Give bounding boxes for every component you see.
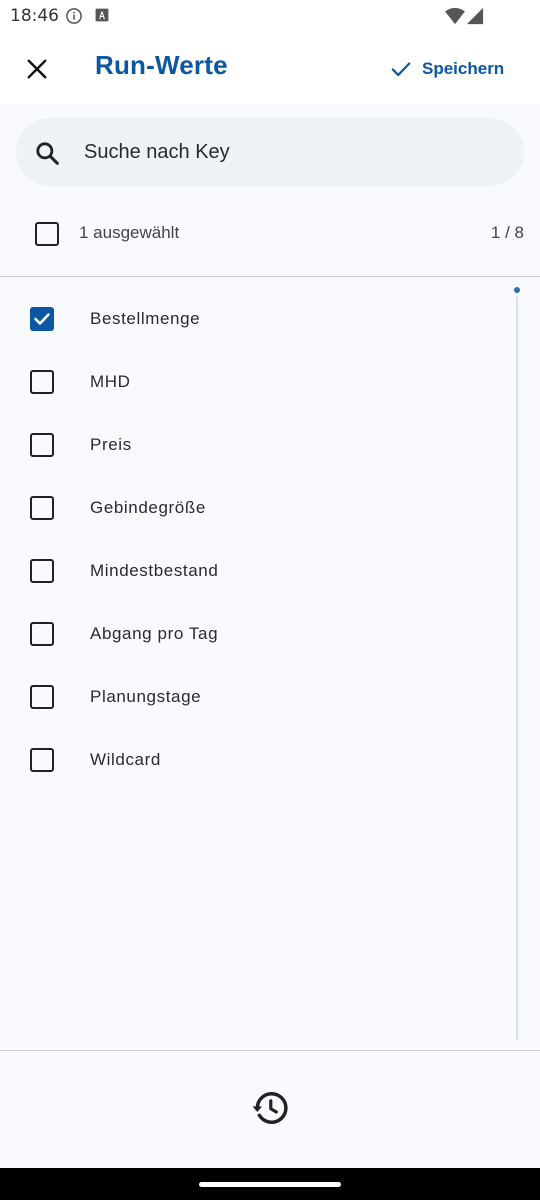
- item-checkbox[interactable]: [30, 370, 54, 394]
- item-label: MHD: [90, 372, 131, 391]
- wifi-icon: [445, 7, 465, 25]
- list-item[interactable]: Abgang pro Tag: [0, 602, 510, 665]
- item-label: Abgang pro Tag: [90, 624, 219, 643]
- selection-row: 1 ausgewählt 1 / 8: [0, 204, 540, 264]
- item-checkbox[interactable]: [30, 559, 54, 583]
- list-item[interactable]: Wildcard: [0, 728, 510, 791]
- home-indicator[interactable]: [199, 1182, 341, 1187]
- navigation-bar: [0, 1168, 540, 1200]
- divider: [0, 1050, 540, 1051]
- page-count: 1 / 8: [490, 223, 524, 242]
- select-all-checkbox[interactable]: [35, 222, 59, 246]
- item-label: Gebindegröße: [90, 498, 206, 517]
- history-icon: [252, 1092, 288, 1124]
- list-item[interactable]: Bestellmenge: [0, 287, 510, 350]
- item-label: Planungstage: [90, 687, 202, 706]
- text-format-icon: [95, 8, 109, 22]
- item-checkbox[interactable]: [30, 622, 54, 646]
- search-icon: [36, 142, 59, 165]
- item-checkbox[interactable]: [30, 433, 54, 457]
- history-button[interactable]: [248, 1086, 292, 1130]
- info-icon: [66, 8, 82, 24]
- item-checkbox[interactable]: [30, 307, 54, 331]
- list-item[interactable]: Mindestbestand: [0, 539, 510, 602]
- check-icon: [391, 62, 411, 77]
- item-label: Preis: [90, 435, 132, 454]
- list-item[interactable]: Preis: [0, 413, 510, 476]
- search-bar: [16, 118, 524, 186]
- item-label: Bestellmenge: [90, 309, 201, 328]
- list-item[interactable]: MHD: [0, 350, 510, 413]
- scrollbar-thumb[interactable]: [514, 287, 520, 293]
- selected-count: 1 ausgewählt: [79, 223, 180, 242]
- status-bar: 18:46: [0, 0, 540, 34]
- scrollbar[interactable]: [516, 296, 518, 1040]
- save-label: Speichern: [422, 59, 505, 78]
- check-icon: [34, 313, 50, 325]
- item-label: Wildcard: [90, 750, 161, 769]
- signal-icon: [466, 7, 484, 25]
- status-time: 18:46: [10, 6, 59, 26]
- app-bar: Run-Werte Speichern: [0, 34, 540, 104]
- page-title: Run-Werte: [95, 50, 228, 80]
- close-button[interactable]: [16, 48, 58, 90]
- search-input[interactable]: [84, 132, 504, 172]
- close-icon: [27, 59, 47, 79]
- item-checkbox[interactable]: [30, 496, 54, 520]
- item-checkbox[interactable]: [30, 685, 54, 709]
- save-button[interactable]: Speichern: [386, 54, 508, 84]
- divider: [0, 276, 540, 277]
- key-list: Bestellmenge MHD Preis Gebindegröße Mind…: [0, 287, 510, 791]
- item-label: Mindestbestand: [90, 561, 219, 580]
- list-item[interactable]: Planungstage: [0, 665, 510, 728]
- item-checkbox[interactable]: [30, 748, 54, 772]
- list-item[interactable]: Gebindegröße: [0, 476, 510, 539]
